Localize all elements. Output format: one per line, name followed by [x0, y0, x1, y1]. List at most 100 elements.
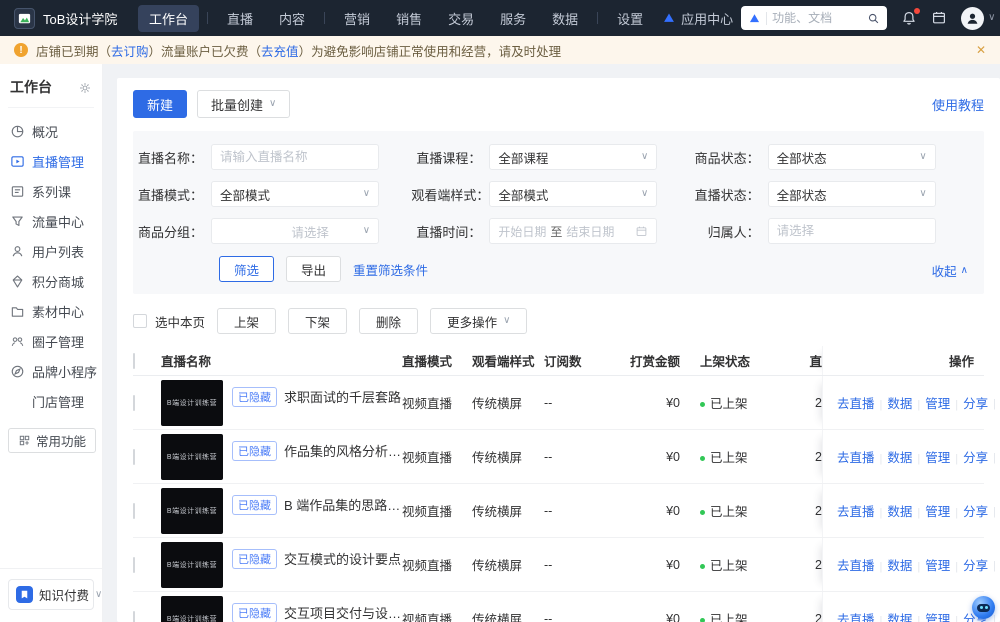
row-actions: 去直播 数据 管理 分享 ···: [822, 592, 984, 622]
create-button[interactable]: 新建: [133, 90, 187, 118]
sidebar-item[interactable]: 素材中心: [8, 296, 94, 326]
nav-item[interactable]: 服务: [489, 5, 537, 32]
filter-date-range[interactable]: 开始日期 至 结束日期: [489, 218, 657, 244]
nav-item[interactable]: 数据: [541, 5, 589, 32]
tutorial-link[interactable]: 使用教程: [932, 95, 984, 114]
nav-item[interactable]: 交易: [437, 5, 485, 32]
sidebar-item[interactable]: 系列课: [8, 176, 94, 206]
table-row: B端设计训练营 已隐藏 求职面试的千层套路 视频直播 传统横屏 -- ¥0 已上…: [133, 376, 984, 430]
sidebar-item[interactable]: 流量中心: [8, 206, 94, 236]
batch-create-button[interactable]: 批量创建 ∨: [197, 90, 290, 118]
share-link[interactable]: 分享: [950, 447, 988, 466]
assistant-robot-button[interactable]: [972, 596, 995, 619]
nav-item[interactable]: 营销: [333, 5, 381, 32]
brand-name: ToB设计学院: [43, 9, 117, 28]
sidebar-item[interactable]: 门店管理: [8, 386, 94, 416]
live-thumbnail: B端设计训练营: [161, 434, 223, 480]
manage-link[interactable]: 管理: [912, 555, 950, 574]
reset-filters-link[interactable]: 重置筛选条件: [353, 260, 428, 279]
brand-logo-icon: [14, 8, 35, 29]
collapse-link[interactable]: 收起 ∧: [932, 261, 968, 280]
row-checkbox[interactable]: [133, 503, 135, 519]
search-icon[interactable]: [867, 12, 880, 25]
global-search[interactable]: [741, 6, 887, 30]
account-menu[interactable]: ∨: [961, 7, 995, 30]
nav-item[interactable]: 销售: [385, 5, 433, 32]
header-checkbox[interactable]: [133, 353, 135, 369]
table-row: B端设计训练营 已隐藏 交互项目交付与设计走查 视频直播 传统横屏 -- ¥0 …: [133, 592, 984, 622]
filter-select[interactable]: 全部课程 ∨: [489, 144, 657, 170]
nav-item[interactable]: 内容: [268, 5, 316, 32]
more-link[interactable]: ···: [988, 558, 1000, 572]
more-link[interactable]: ···: [988, 396, 1000, 410]
manage-link[interactable]: 管理: [912, 501, 950, 520]
sidebar-item[interactable]: 概况: [8, 116, 94, 146]
live-mode: 视频直播: [402, 555, 472, 574]
sidebar-item[interactable]: 积分商城: [8, 266, 94, 296]
nav-item-app-center[interactable]: 应用中心: [654, 5, 741, 32]
sidebar-item[interactable]: 用户列表: [8, 236, 94, 266]
manage-link[interactable]: 管理: [912, 609, 950, 622]
search-input[interactable]: [772, 11, 862, 25]
data-link[interactable]: 数据: [875, 555, 913, 574]
close-icon[interactable]: ✕: [976, 43, 986, 57]
unpublish-button[interactable]: 下架: [288, 308, 347, 334]
nav-item[interactable]: 直播: [216, 5, 264, 32]
delete-button[interactable]: 删除: [359, 308, 418, 334]
traffic-icon: [10, 214, 25, 229]
data-link[interactable]: 数据: [875, 609, 913, 622]
recharge-link[interactable]: 去充值: [261, 45, 299, 59]
data-link[interactable]: 数据: [875, 393, 913, 412]
go-live-link[interactable]: 去直播: [837, 609, 875, 622]
row-checkbox[interactable]: [133, 449, 135, 465]
more-link[interactable]: ···: [988, 504, 1000, 518]
filter-select[interactable]: 全部状态 ∨: [768, 181, 936, 207]
manage-link[interactable]: 管理: [912, 447, 950, 466]
knowledge-pay-switcher[interactable]: 知识付费 ∨: [8, 579, 94, 610]
quick-functions-button[interactable]: 常用功能: [8, 428, 96, 453]
notifications-button[interactable]: [901, 10, 917, 27]
status-dot: [700, 618, 705, 622]
gear-icon[interactable]: [78, 79, 92, 95]
go-live-link[interactable]: 去直播: [837, 393, 875, 412]
export-button[interactable]: 导出: [286, 256, 341, 282]
filter-field: 直播名称：: [133, 144, 411, 170]
nav-separator: [597, 12, 598, 24]
row-checkbox[interactable]: [133, 611, 135, 622]
go-live-link[interactable]: 去直播: [837, 555, 875, 574]
filter-button[interactable]: 筛选: [219, 256, 274, 282]
filter-select[interactable]: 全部状态 ∨: [768, 144, 936, 170]
table-row: B端设计训练营 已隐藏 作品集的风格分析与演示 视频直播 传统横屏 -- ¥0 …: [133, 430, 984, 484]
more-actions-button[interactable]: 更多操作 ∨: [430, 308, 527, 334]
chevron-down-icon: ∨: [919, 152, 926, 162]
share-link[interactable]: 分享: [950, 555, 988, 574]
subscribe-link[interactable]: 去订购: [111, 45, 149, 59]
row-checkbox[interactable]: [133, 557, 135, 573]
row-checkbox[interactable]: [133, 395, 135, 411]
manage-link[interactable]: 管理: [912, 393, 950, 412]
more-link[interactable]: ···: [988, 450, 1000, 464]
filter-select[interactable]: 全部模式 ∨: [489, 181, 657, 207]
shelf-status: 已上架: [686, 447, 776, 466]
nav-item[interactable]: 设置: [606, 5, 654, 32]
go-live-link[interactable]: 去直播: [837, 501, 875, 520]
chevron-up-icon: ∧: [961, 266, 968, 276]
go-live-link[interactable]: 去直播: [837, 447, 875, 466]
filter-select[interactable]: 请选择 ∨: [211, 218, 379, 244]
share-link[interactable]: 分享: [950, 393, 988, 412]
share-link[interactable]: 分享: [950, 501, 988, 520]
app-launcher-icon[interactable]: [931, 10, 947, 26]
filter-text-input[interactable]: [211, 144, 379, 170]
publish-button[interactable]: 上架: [217, 308, 276, 334]
filter-select[interactable]: 全部模式 ∨: [211, 181, 379, 207]
notification-dot: [914, 8, 920, 14]
sidebar-item[interactable]: 直播管理: [8, 146, 94, 176]
data-link[interactable]: 数据: [875, 501, 913, 520]
sidebar-item[interactable]: 品牌小程序: [8, 356, 94, 386]
filter-text-input[interactable]: [768, 218, 936, 244]
select-all-checkbox[interactable]: [133, 314, 147, 328]
nav-item[interactable]: 工作台: [138, 5, 199, 32]
data-link[interactable]: 数据: [875, 447, 913, 466]
sidebar-item[interactable]: 圈子管理: [8, 326, 94, 356]
subscriber-count: --: [544, 504, 618, 518]
